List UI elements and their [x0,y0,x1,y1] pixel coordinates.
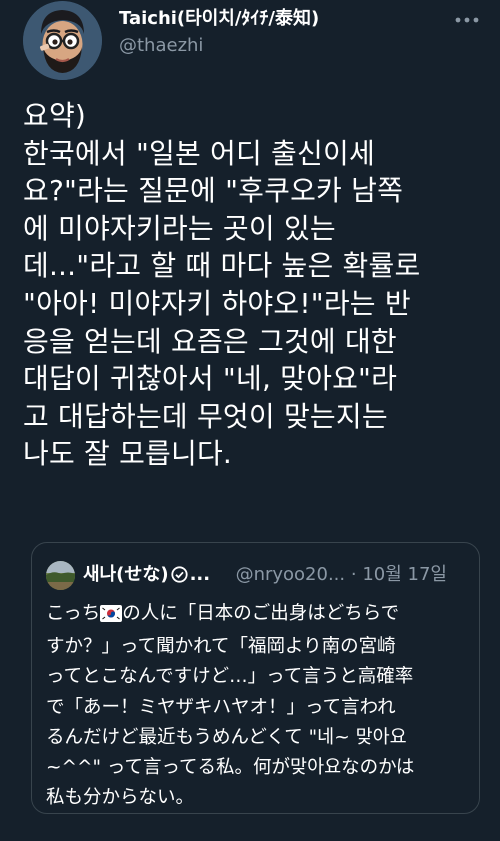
badge-icon [170,565,188,591]
more-options-button[interactable] [452,8,482,32]
landscape-photo-avatar-icon [46,561,75,590]
quoted-tweet[interactable]: 새나(せな)... @nryoo20... · 10월 17일 こっち の人に「日… [31,542,480,814]
quoted-text-after-flag: の人に「日本のご出身はどちらで すか？」って聞かれて「福岡より南の宮崎 ってとこ… [46,603,415,809]
author-display-name[interactable]: Taichi(타이치/ﾀｲﾁ/泰知) [119,8,319,30]
quoted-header: 새나(せな)... @nryoo20... · 10월 17일 [83,562,473,591]
quoted-author-name[interactable]: 새나(せな) [83,564,169,585]
quoted-tweet-text: こっち の人に「日本のご出身はどちらで すか？」って聞かれて「福岡より南の宮崎 っ… [46,599,474,813]
quoted-date[interactable]: 10월 17일 [362,564,447,585]
tweet-header: Taichi(타이치/ﾀｲﾁ/泰知) @thaezhi [0,0,500,80]
south-korea-flag-icon [100,602,123,632]
quoted-separator: · [350,564,357,585]
more-horizontal-icon [455,17,479,23]
quoted-text-before-flag: こっち [46,603,101,624]
quoted-author-avatar[interactable] [46,561,75,590]
author-avatar[interactable] [23,1,102,80]
tweet-text: 요약) 한국에서 "일본 어디 출신이세 요?"라는 질문에 "후쿠오카 남쪽 … [23,99,421,471]
author-handle[interactable]: @thaezhi [119,34,319,58]
quoted-author-handle[interactable]: @nryoo20... [236,564,346,585]
cartoon-man-avatar-icon [23,1,102,80]
quoted-name-truncation: ... [189,564,211,585]
author-block: Taichi(타이치/ﾀｲﾁ/泰知) @thaezhi [119,8,319,58]
